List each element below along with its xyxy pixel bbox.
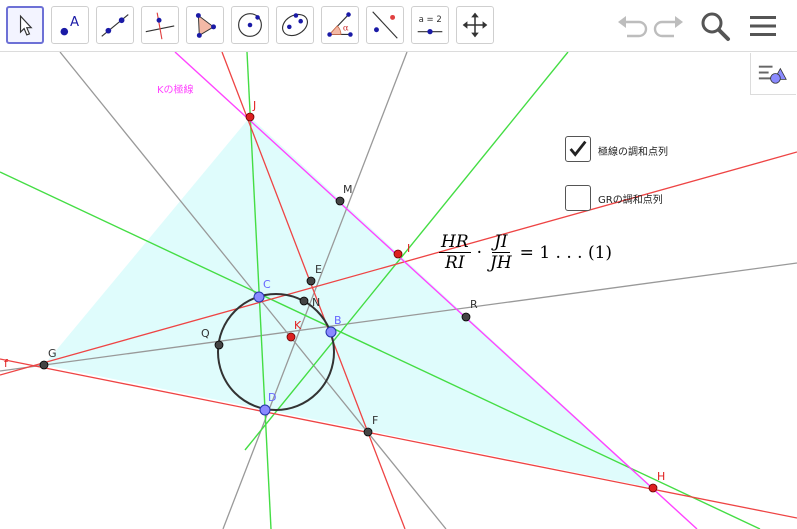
point-r[interactable] [461, 312, 471, 322]
point-b[interactable] [325, 326, 337, 338]
slider-tool-button[interactable]: a = 2 [411, 6, 449, 44]
point-c[interactable] [253, 291, 265, 303]
move-tool-button[interactable] [6, 6, 44, 44]
perpendicular-line-tool-button[interactable] [141, 6, 179, 44]
geometry-construction[interactable]: Kの極線 J M I E C N K B R Q G D F H f [0, 52, 797, 529]
label-g: G [48, 347, 57, 360]
hamburger-menu-icon [750, 16, 776, 36]
label-b: B [334, 314, 342, 327]
checkbox-polar-harmonic[interactable] [565, 136, 591, 162]
circle-center-point-tool-button[interactable] [231, 6, 269, 44]
search-icon [701, 12, 730, 41]
label-k: K [294, 319, 302, 332]
toolbar: A α a = 2 [0, 0, 797, 52]
label-n: N [312, 296, 320, 309]
label-e: E [315, 263, 322, 276]
label-h: H [657, 470, 665, 483]
point-h[interactable] [648, 483, 658, 493]
point-q[interactable] [214, 340, 224, 350]
fraction-ji-jh: JI JH [488, 232, 514, 273]
label-d: D [268, 391, 276, 404]
fraction-denominator: RI [445, 253, 465, 273]
slider-icon: a = 2 [417, 15, 443, 35]
label-r: R [470, 298, 478, 311]
svg-text:α: α [343, 24, 349, 34]
point-n[interactable] [299, 296, 309, 306]
label-q: Q [201, 327, 210, 340]
multiply-dot: · [476, 242, 483, 263]
filled-triangle-region [44, 117, 653, 488]
main-menu-button[interactable] [745, 8, 781, 44]
checkbox-gr-harmonic-label: GRの調和点列 [598, 195, 663, 206]
label-c: C [263, 278, 271, 291]
conic-ellipse-tool-button[interactable] [276, 6, 314, 44]
point-f[interactable] [363, 427, 373, 437]
point-tool-button[interactable]: A [51, 6, 89, 44]
polygon-tool-button[interactable] [186, 6, 224, 44]
label-f: F [372, 414, 378, 427]
line-tool-button[interactable] [96, 6, 134, 44]
label-m: M [343, 183, 353, 196]
reflect-tool-button[interactable] [366, 6, 404, 44]
fraction-hr-ri: HR RI [439, 232, 471, 273]
checkmark-icon [569, 140, 587, 157]
cursor-arrow-icon [19, 14, 33, 36]
formula-rhs: = 1 . . . (1) [519, 242, 613, 263]
point-k[interactable] [286, 332, 296, 342]
label-j: J [252, 99, 256, 112]
harmonic-formula: HR RI · JI JH = 1 . . . (1) [436, 232, 615, 273]
redo-button[interactable] [651, 8, 687, 44]
angle-tool-button[interactable]: α [321, 6, 359, 44]
checkbox-gr-harmonic[interactable] [565, 185, 591, 211]
point-e[interactable] [306, 276, 316, 286]
undo-icon [618, 16, 648, 38]
svg-text:a = 2: a = 2 [419, 15, 442, 25]
polygon-icon [195, 13, 216, 38]
point-d[interactable] [259, 404, 271, 416]
move-graphics-view-tool-button[interactable] [456, 6, 494, 44]
move-cross-icon [462, 12, 488, 38]
circle-center-icon [238, 13, 262, 37]
fraction-denominator: JH [490, 253, 512, 273]
label-i: I [407, 242, 410, 255]
undo-button[interactable] [614, 8, 650, 44]
label-line-f: f [4, 357, 9, 370]
graphics-view[interactable]: Kの極線 J M I E C N K B R Q G D F H f [0, 52, 797, 529]
point-j[interactable] [245, 112, 255, 122]
svg-text:A: A [70, 15, 79, 30]
search-button[interactable] [697, 8, 733, 44]
checkbox-polar-harmonic-label: 極線の調和点列 [598, 147, 668, 158]
ellipse-icon [282, 13, 308, 37]
fraction-numerator: JI [492, 232, 510, 253]
point-i[interactable] [393, 249, 403, 259]
line-through-points-icon [101, 14, 129, 37]
fraction-numerator: HR [439, 232, 471, 253]
style-bar-icon [758, 65, 787, 84]
style-bar-toggle[interactable] [750, 53, 796, 95]
polar-line-label: Kの極線 [157, 83, 194, 96]
redo-icon [653, 16, 683, 38]
reflect-about-line-icon [372, 11, 398, 39]
point-m[interactable] [335, 196, 345, 206]
point-g[interactable] [39, 360, 49, 370]
angle-icon: α [327, 12, 353, 37]
perpendicular-line-icon [145, 12, 175, 40]
point-A-icon: A [60, 15, 79, 36]
